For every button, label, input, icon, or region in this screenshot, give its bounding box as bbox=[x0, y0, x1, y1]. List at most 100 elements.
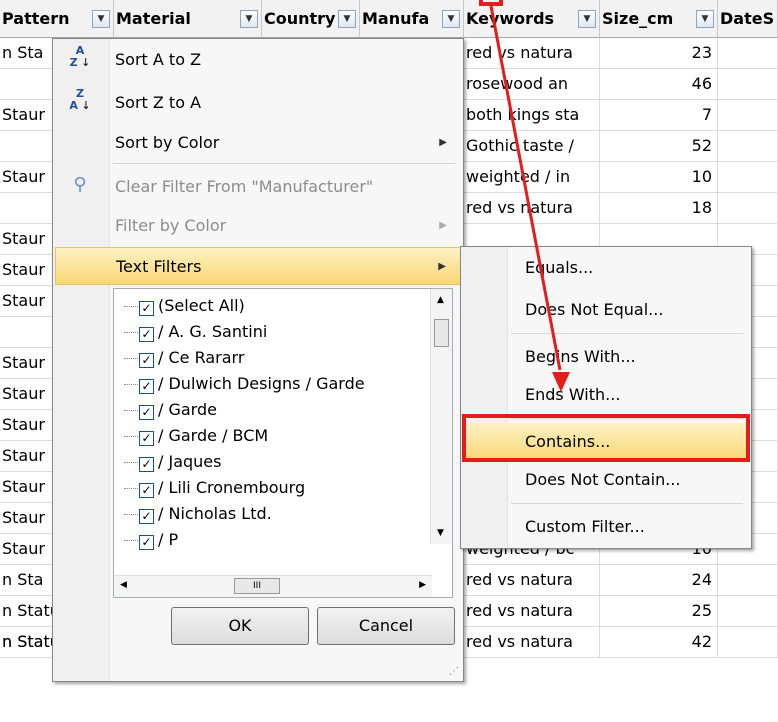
filter-value-label: / Garde / BCM bbox=[158, 426, 269, 445]
cell-dates[interactable] bbox=[718, 627, 778, 658]
filter-dropdown-icon[interactable]: ▼ bbox=[240, 9, 258, 28]
filter-value-label: / Jaques bbox=[158, 452, 222, 471]
ok-button[interactable]: OK bbox=[171, 607, 309, 645]
scroll-up-icon[interactable]: ▲ bbox=[437, 295, 444, 305]
menu-item-filter-by-color: Filter by Color ▶ bbox=[55, 207, 461, 245]
menu-item-sort-a-to-z[interactable]: AZ ↓ Sort A to Z bbox=[55, 41, 461, 79]
resize-grip-icon[interactable]: ⋰ bbox=[449, 666, 459, 677]
tree-line bbox=[124, 410, 138, 411]
filter-dropdown-icon[interactable]: ▼ bbox=[442, 9, 460, 28]
checkbox-checked-icon[interactable]: ✓ bbox=[139, 405, 154, 420]
submenu-item-equals[interactable]: Equals... bbox=[463, 249, 749, 287]
cell-size[interactable]: 25 bbox=[600, 596, 718, 627]
menu-item-label: Clear Filter From "Manufacturer" bbox=[115, 177, 374, 196]
filter-value-item[interactable]: ✓ / Dulwich Designs / Garde bbox=[124, 371, 365, 397]
submenu-item-does-not-contain[interactable]: Does Not Contain... bbox=[463, 461, 749, 499]
cell-keywords[interactable]: Gothic taste / bbox=[464, 131, 600, 162]
checkbox-checked-icon[interactable]: ✓ bbox=[139, 353, 154, 368]
scroll-left-icon[interactable]: ◀ bbox=[120, 580, 127, 590]
filter-dropdown-icon[interactable]: ▼ bbox=[338, 9, 356, 28]
submenu-item-does-not-equal[interactable]: Does Not Equal... bbox=[463, 291, 749, 329]
scroll-thumb[interactable]: III bbox=[234, 578, 280, 594]
column-header-size[interactable]: Size_cm ▼ bbox=[600, 0, 718, 38]
column-header-dates[interactable]: DateS bbox=[718, 0, 778, 38]
scroll-thumb[interactable] bbox=[434, 319, 449, 347]
scroll-down-icon[interactable]: ▼ bbox=[437, 528, 444, 538]
column-header-country[interactable]: Country ▼ bbox=[262, 0, 360, 38]
menu-item-label: Sort A to Z bbox=[115, 50, 202, 69]
menu-item-text-filters[interactable]: Text Filters ▶ bbox=[55, 247, 461, 285]
column-header-pattern[interactable]: Pattern ▼ bbox=[0, 0, 114, 38]
cell-dates[interactable] bbox=[718, 100, 778, 131]
sort-z-to-a-icon: ZA ↓ bbox=[69, 87, 91, 112]
vertical-scrollbar[interactable]: ▲ ▼ bbox=[430, 289, 452, 544]
cell-dates[interactable] bbox=[718, 69, 778, 100]
menu-item-sort-z-to-a[interactable]: ZA ↓ Sort Z to A bbox=[55, 84, 461, 122]
checkbox-checked-icon[interactable]: ✓ bbox=[139, 301, 154, 316]
tree-line bbox=[124, 384, 138, 385]
cell-size[interactable]: 23 bbox=[600, 38, 718, 69]
filter-dropdown-icon[interactable]: ▼ bbox=[578, 9, 596, 28]
cell-size[interactable]: 42 bbox=[600, 627, 718, 658]
horizontal-scrollbar[interactable]: ◀ III ▶ bbox=[114, 575, 432, 597]
filter-value-item[interactable]: ✓ / Jaques bbox=[124, 449, 221, 475]
cell-dates[interactable] bbox=[718, 565, 778, 596]
tree-line bbox=[124, 306, 138, 307]
checkbox-checked-icon[interactable]: ✓ bbox=[139, 535, 154, 550]
cell-keywords[interactable]: red vs natura bbox=[464, 38, 600, 69]
column-header-label: Pattern bbox=[2, 9, 70, 28]
cell-dates[interactable] bbox=[718, 131, 778, 162]
checkbox-checked-icon[interactable]: ✓ bbox=[139, 509, 154, 524]
cell-dates[interactable] bbox=[718, 596, 778, 627]
checkbox-checked-icon[interactable]: ✓ bbox=[139, 379, 154, 394]
scroll-right-icon[interactable]: ▶ bbox=[419, 580, 426, 590]
cell-size[interactable]: 18 bbox=[600, 193, 718, 224]
cell-size[interactable]: 24 bbox=[600, 565, 718, 596]
tree-line bbox=[124, 462, 138, 463]
annotation-top-marker bbox=[479, 0, 503, 6]
filter-value-item[interactable]: ✓ (Select All) bbox=[124, 293, 245, 319]
cell-size[interactable]: 10 bbox=[600, 162, 718, 193]
autofilter-dropdown: AZ ↓ Sort A to Z ZA ↓ Sort Z to A Sort b… bbox=[52, 38, 464, 682]
cell-keywords[interactable]: rosewood an bbox=[464, 69, 600, 100]
filter-dropdown-icon[interactable]: ▼ bbox=[92, 9, 110, 28]
filter-value-item[interactable]: ✓ / Ce Rararr bbox=[124, 345, 244, 371]
cancel-button[interactable]: Cancel bbox=[317, 607, 455, 645]
checkbox-checked-icon[interactable]: ✓ bbox=[139, 431, 154, 446]
submenu-item-begins-with[interactable]: Begins With... bbox=[463, 338, 749, 376]
cell-keywords[interactable]: both kings sta bbox=[464, 100, 600, 131]
submenu-item-custom-filter[interactable]: Custom Filter... bbox=[463, 508, 749, 546]
column-header-label: Size_cm bbox=[602, 9, 674, 28]
submenu-item-ends-with[interactable]: Ends With... bbox=[463, 376, 749, 414]
menu-separator bbox=[113, 163, 455, 164]
cell-keywords[interactable]: red vs natura bbox=[464, 596, 600, 627]
filter-value-label: / Ce Rararr bbox=[158, 348, 245, 367]
filter-value-item[interactable]: ✓ / Garde / BCM bbox=[124, 423, 268, 449]
cell-size[interactable]: 46 bbox=[600, 69, 718, 100]
cell-keywords[interactable]: red vs natura bbox=[464, 193, 600, 224]
cell-dates[interactable] bbox=[718, 193, 778, 224]
cell-keywords[interactable]: red vs natura bbox=[464, 565, 600, 596]
menu-item-sort-by-color[interactable]: Sort by Color ▶ bbox=[55, 124, 461, 162]
checkbox-checked-icon[interactable]: ✓ bbox=[139, 483, 154, 498]
filter-dropdown-icon[interactable]: ▼ bbox=[696, 9, 714, 28]
column-header-material[interactable]: Material ▼ bbox=[114, 0, 262, 38]
cell-size[interactable]: 52 bbox=[600, 131, 718, 162]
filter-value-item[interactable]: ✓ / A. G. Santini bbox=[124, 319, 267, 345]
filter-value-item[interactable]: ✓ / Garde bbox=[124, 397, 217, 423]
filter-value-item[interactable]: ✓ / Nicholas Ltd. bbox=[124, 501, 272, 527]
cell-keywords[interactable]: weighted / in bbox=[464, 162, 600, 193]
cell-keywords[interactable]: red vs natura bbox=[464, 627, 600, 658]
filter-value-label: / A. G. Santini bbox=[158, 322, 268, 341]
cell-dates[interactable] bbox=[718, 38, 778, 69]
filter-value-item[interactable]: ✓ / Lili Cronembourg bbox=[124, 475, 305, 501]
checkbox-checked-icon[interactable]: ✓ bbox=[139, 457, 154, 472]
checkbox-checked-icon[interactable]: ✓ bbox=[139, 327, 154, 342]
clear-filter-icon: ⚲ bbox=[73, 174, 87, 195]
column-header-manufacturer[interactable]: Manufa ▼ bbox=[360, 0, 464, 38]
tree-line bbox=[124, 332, 138, 333]
cell-dates[interactable] bbox=[718, 162, 778, 193]
filter-values-list[interactable]: ✓ (Select All) ✓ / A. G. Santini ✓ / Ce Rarar… bbox=[113, 288, 453, 598]
filter-value-item[interactable]: ✓ / P bbox=[124, 527, 178, 553]
cell-size[interactable]: 7 bbox=[600, 100, 718, 131]
